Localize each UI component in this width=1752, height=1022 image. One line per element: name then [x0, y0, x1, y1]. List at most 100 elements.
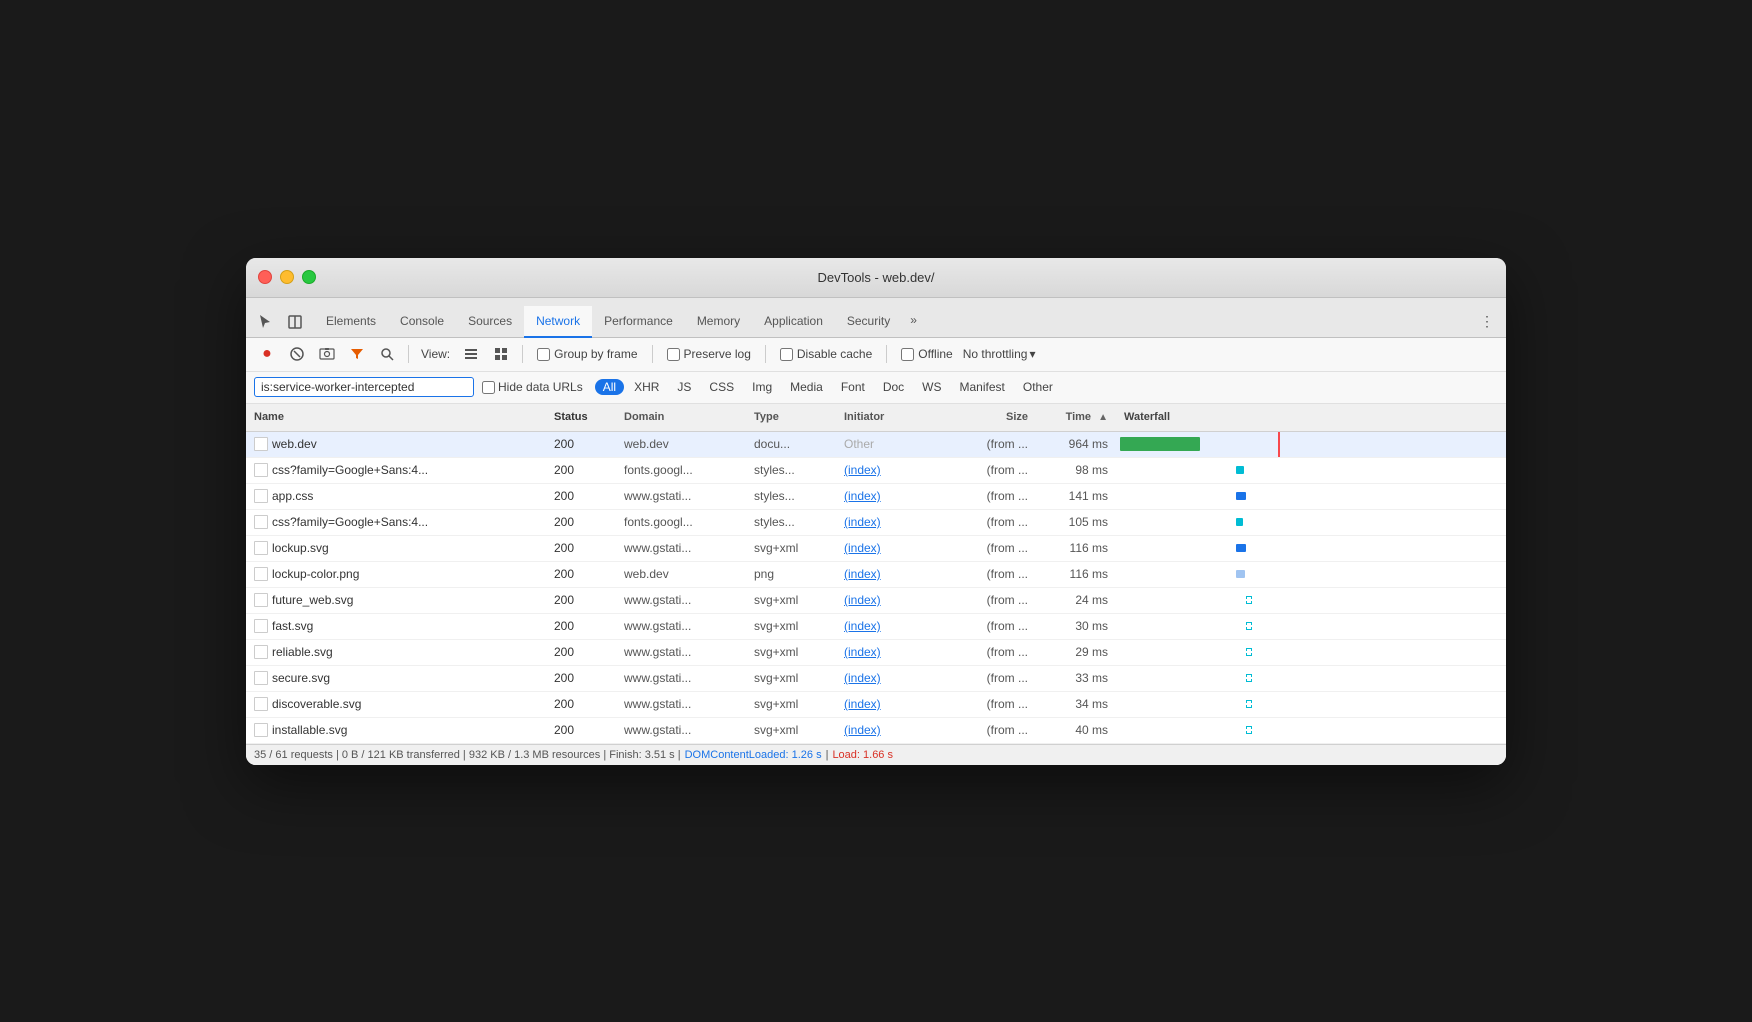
filter-all-button[interactable]: All — [595, 379, 624, 395]
clear-button[interactable] — [284, 341, 310, 367]
throttle-selector[interactable]: No throttling ▾ — [963, 347, 1036, 361]
cell-name: discoverable.svg — [246, 697, 546, 711]
cell-initiator: (index) — [836, 723, 946, 737]
tab-memory[interactable]: Memory — [685, 306, 752, 338]
file-icon — [254, 619, 268, 633]
filter-media-button[interactable]: Media — [782, 379, 831, 395]
cell-initiator: (index) — [836, 541, 946, 555]
tab-console[interactable]: Console — [388, 306, 456, 338]
preserve-log-checkbox[interactable] — [667, 348, 680, 361]
tab-network[interactable]: Network — [524, 306, 592, 338]
hide-data-urls-checkbox[interactable] — [482, 381, 495, 394]
group-by-frame-checkbox[interactable] — [537, 348, 550, 361]
cell-domain: www.gstati... — [616, 723, 746, 737]
filter-other-button[interactable]: Other — [1015, 379, 1061, 395]
tab-application[interactable]: Application — [752, 306, 835, 338]
cursor-icon[interactable] — [254, 311, 276, 333]
table-row[interactable]: lockup.svg 200 www.gstati... svg+xml (in… — [246, 536, 1506, 562]
cell-domain: www.gstati... — [616, 541, 746, 555]
col-header-time[interactable]: Time ▲ — [1036, 411, 1116, 423]
view-grouped-button[interactable] — [488, 341, 514, 367]
cell-domain: www.gstati... — [616, 619, 746, 633]
cell-initiator: (index) — [836, 619, 946, 633]
col-header-type[interactable]: Type — [746, 411, 836, 423]
filter-css-button[interactable]: CSS — [701, 379, 742, 395]
filter-xhr-button[interactable]: XHR — [626, 379, 667, 395]
file-icon — [254, 567, 268, 581]
filter-font-button[interactable]: Font — [833, 379, 873, 395]
file-name-text: secure.svg — [272, 671, 330, 685]
cell-type: svg+xml — [746, 671, 836, 685]
file-name-text: lockup.svg — [272, 541, 329, 555]
col-header-domain[interactable]: Domain — [616, 411, 746, 423]
more-menu-icon[interactable]: ⋮ — [1476, 311, 1498, 333]
disable-cache-checkbox[interactable] — [780, 348, 793, 361]
network-table: web.dev 200 web.dev docu... Other (from … — [246, 432, 1506, 744]
traffic-lights — [258, 270, 316, 284]
cell-name: css?family=Google+Sans:4... — [246, 515, 546, 529]
table-row[interactable]: fast.svg 200 www.gstati... svg+xml (inde… — [246, 614, 1506, 640]
col-header-size[interactable]: Size — [946, 411, 1036, 423]
table-header: Name Status Domain Type Initiator Size T… — [246, 404, 1506, 432]
cell-waterfall — [1116, 587, 1506, 613]
screenshot-button[interactable] — [314, 341, 340, 367]
tab-sources[interactable]: Sources — [456, 306, 524, 338]
cell-name: future_web.svg — [246, 593, 546, 607]
cell-status: 200 — [546, 567, 616, 581]
tab-security[interactable]: Security — [835, 306, 902, 338]
cell-status: 200 — [546, 697, 616, 711]
col-header-name[interactable]: Name — [246, 411, 546, 423]
filter-img-button[interactable]: Img — [744, 379, 780, 395]
cell-status: 200 — [546, 593, 616, 607]
col-header-initiator[interactable]: Initiator — [836, 411, 946, 423]
table-row[interactable]: lockup-color.png 200 web.dev png (index)… — [246, 562, 1506, 588]
cell-time: 141 ms — [1036, 489, 1116, 503]
cell-waterfall — [1116, 561, 1506, 587]
maximize-button[interactable] — [302, 270, 316, 284]
tab-elements[interactable]: Elements — [314, 306, 388, 338]
col-header-waterfall[interactable]: Waterfall — [1116, 411, 1506, 423]
cell-waterfall — [1116, 457, 1506, 483]
cell-initiator: (index) — [836, 697, 946, 711]
search-button[interactable] — [374, 341, 400, 367]
table-row[interactable]: web.dev 200 web.dev docu... Other (from … — [246, 432, 1506, 458]
cell-name: lockup.svg — [246, 541, 546, 555]
view-list-button[interactable] — [458, 341, 484, 367]
cell-size: (from ... — [946, 515, 1036, 529]
cell-initiator: (index) — [836, 515, 946, 529]
file-name-text: app.css — [272, 489, 313, 503]
table-row[interactable]: app.css 200 www.gstati... styles... (ind… — [246, 484, 1506, 510]
cell-domain: www.gstati... — [616, 697, 746, 711]
cell-time: 116 ms — [1036, 541, 1116, 555]
dom-content-loaded-text: DOMContentLoaded: 1.26 s — [685, 749, 822, 761]
offline-checkbox[interactable] — [901, 348, 914, 361]
file-icon — [254, 593, 268, 607]
filter-input[interactable] — [254, 377, 474, 397]
file-icon — [254, 437, 268, 451]
close-button[interactable] — [258, 270, 272, 284]
table-row[interactable]: secure.svg 200 www.gstati... svg+xml (in… — [246, 666, 1506, 692]
record-button[interactable]: ● — [254, 341, 280, 367]
table-row[interactable]: discoverable.svg 200 www.gstati... svg+x… — [246, 692, 1506, 718]
cell-name: app.css — [246, 489, 546, 503]
cell-time: 964 ms — [1036, 437, 1116, 451]
tab-performance[interactable]: Performance — [592, 306, 685, 338]
filter-js-button[interactable]: JS — [669, 379, 699, 395]
table-row[interactable]: css?family=Google+Sans:4... 200 fonts.go… — [246, 510, 1506, 536]
dock-icon[interactable] — [284, 311, 306, 333]
cell-waterfall — [1116, 613, 1506, 639]
file-icon — [254, 671, 268, 685]
filter-doc-button[interactable]: Doc — [875, 379, 912, 395]
table-row[interactable]: css?family=Google+Sans:4... 200 fonts.go… — [246, 458, 1506, 484]
table-row[interactable]: future_web.svg 200 www.gstati... svg+xml… — [246, 588, 1506, 614]
table-row[interactable]: reliable.svg 200 www.gstati... svg+xml (… — [246, 640, 1506, 666]
hide-data-urls-group: Hide data URLs — [482, 380, 583, 394]
minimize-button[interactable] — [280, 270, 294, 284]
more-tabs-button[interactable]: » — [902, 307, 925, 333]
col-header-status[interactable]: Status — [546, 411, 616, 423]
cell-initiator: (index) — [836, 567, 946, 581]
filter-manifest-button[interactable]: Manifest — [952, 379, 1013, 395]
filter-button[interactable] — [344, 341, 370, 367]
filter-ws-button[interactable]: WS — [914, 379, 949, 395]
table-row[interactable]: installable.svg 200 www.gstati... svg+xm… — [246, 718, 1506, 744]
